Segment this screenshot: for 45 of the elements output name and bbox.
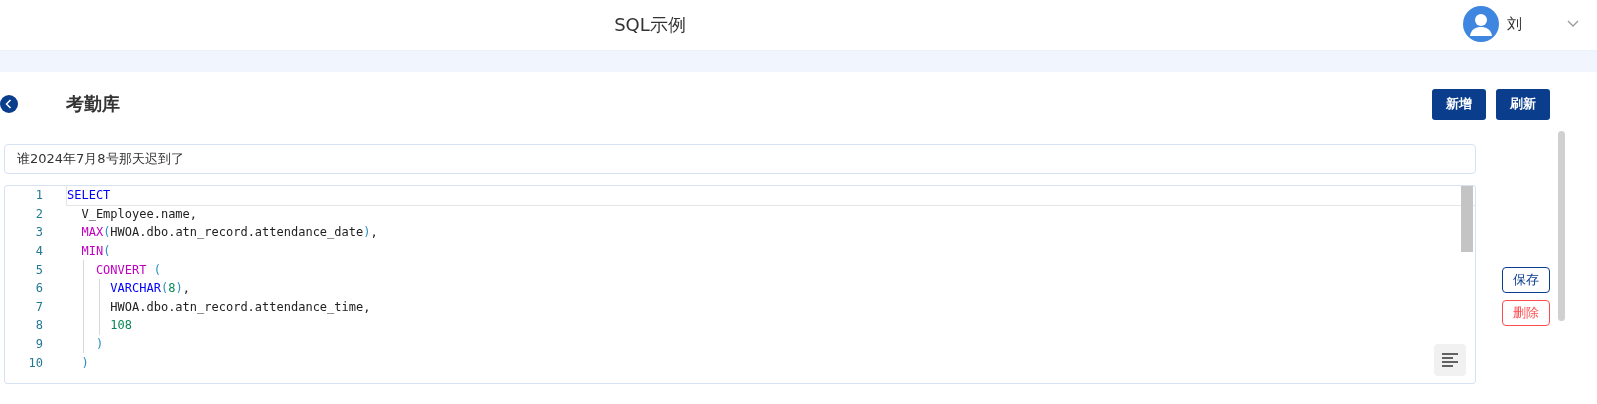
avatar-icon[interactable]: [1463, 6, 1499, 42]
code-text: MAX: [80, 225, 104, 240]
code-text: HWOA.dbo.atn_record.attendance_time,: [109, 299, 371, 314]
scrollbar[interactable]: [1558, 131, 1565, 321]
code-text: (: [103, 244, 111, 259]
user-name[interactable]: 刘: [1507, 14, 1559, 34]
line-number: 10: [27, 355, 43, 370]
code-text: V_Employee.name,: [80, 206, 198, 221]
code-text: 8: [168, 281, 176, 296]
line-number: 6: [34, 281, 43, 296]
line-number: 8: [34, 318, 43, 333]
code-text: VARCHAR: [109, 281, 161, 296]
code-text: ): [80, 355, 89, 370]
line-number: 2: [34, 206, 43, 221]
scrollbar[interactable]: [1461, 186, 1473, 252]
line-number: 9: [34, 337, 43, 352]
code-text: ): [94, 337, 104, 352]
code-text: (: [152, 262, 161, 277]
code-text: (: [103, 225, 111, 240]
code-editor[interactable]: 1 SELECT 2 V_Employee.name, 3 MAX(HWOA.dbo.atn_record.attendance_date), 4 MIN( 5 CONVERT ( 6 VARCHAR(8), 7 HWOA.dbo.atn_record.attendance_time, 8 108 9 ) 10 ): [4, 185, 1476, 384]
line-number: 1: [34, 188, 43, 203]
page-title: 考勤库: [66, 92, 121, 116]
code-text: ,: [370, 225, 378, 240]
align-left-icon: [1441, 352, 1459, 368]
chevron-down-icon[interactable]: [1567, 20, 1579, 28]
line-number: 5: [34, 262, 43, 277]
code-text: CONVERT: [94, 262, 147, 277]
toolbar-button[interactable]: 刷新: [1496, 88, 1550, 120]
code-text: ): [363, 225, 371, 240]
code-text: HWOA.dbo.atn_record.attendance_date: [110, 225, 364, 240]
line-number: 3: [34, 225, 43, 240]
code-text: SELECT: [67, 188, 111, 203]
save-button[interactable]: 保存: [1502, 267, 1550, 293]
line-number: 4: [34, 244, 43, 259]
toolbar-button[interactable]: 新增: [1432, 88, 1486, 120]
code-text: ): [175, 281, 183, 296]
code-text: MIN: [80, 244, 104, 259]
app-title: SQL示例: [613, 13, 687, 37]
code-text: ,: [182, 281, 190, 296]
line-number: 7: [34, 299, 43, 314]
code-text: (: [160, 281, 169, 296]
code-text: 108: [109, 318, 133, 333]
format-button[interactable]: [1434, 344, 1466, 376]
question-field[interactable]: 谁2024年7月8号那天迟到了: [4, 144, 1476, 174]
back-icon[interactable]: [0, 95, 18, 113]
